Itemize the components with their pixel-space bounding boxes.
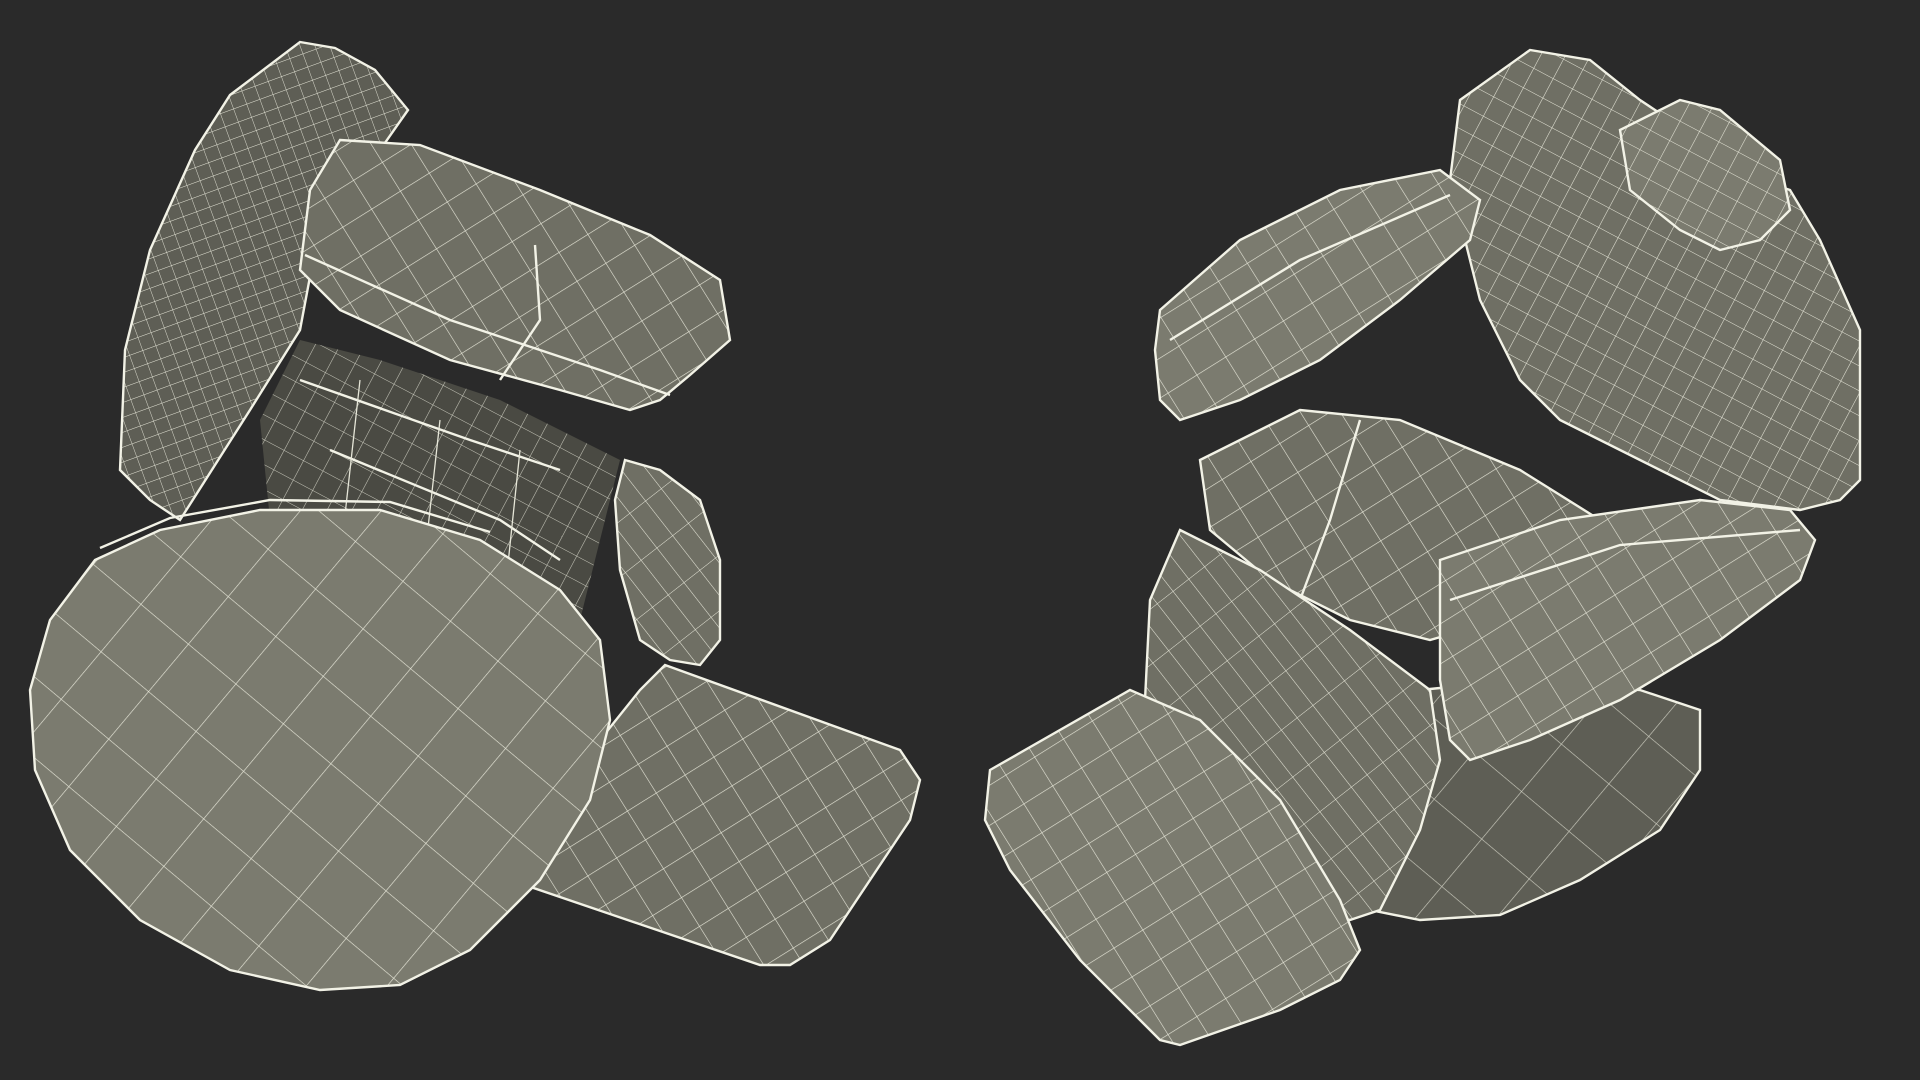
chair-armrest-side bbox=[613, 458, 722, 667]
chair-bottom-view bbox=[28, 40, 922, 992]
chair-top-view bbox=[983, 48, 1862, 1047]
render-viewport bbox=[0, 0, 1920, 1080]
chair-armrest-left bbox=[1153, 168, 1482, 422]
chair-base-disc bbox=[28, 498, 612, 992]
render-canvas bbox=[28, 40, 1862, 1047]
